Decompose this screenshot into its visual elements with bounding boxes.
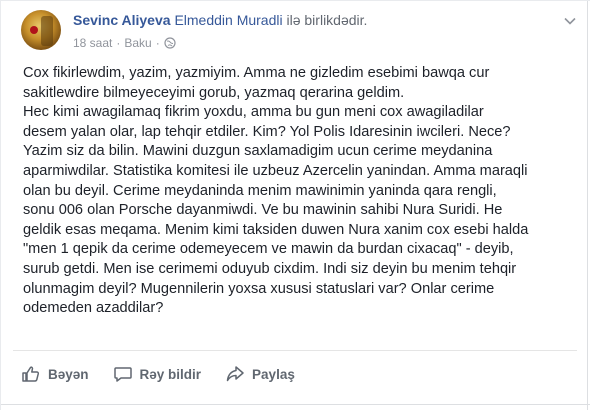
comment-icon [113, 367, 132, 382]
like-button[interactable]: Bəyən [21, 364, 89, 384]
comment-label: Rəy bildir [139, 366, 202, 382]
avatar[interactable] [21, 10, 61, 50]
bottom-border [1, 404, 590, 405]
post-location[interactable]: Baku [124, 36, 151, 50]
post-time[interactable]: 18 saat [73, 36, 112, 50]
globe-icon[interactable] [164, 37, 176, 49]
post-card: Sevinc Aliyeva Elmeddin Muradli ilə birl… [0, 0, 590, 410]
share-label: Paylaş [252, 366, 295, 382]
author-name[interactable]: Sevinc Aliyeva [73, 12, 171, 28]
meta-separator: · [116, 36, 121, 50]
post-meta: 18 saat · Baku · [73, 36, 176, 50]
like-label: Bəyən [48, 366, 89, 382]
post-header: Sevinc Aliyeva Elmeddin Muradli ilə birl… [73, 12, 367, 28]
thumbs-up-icon [22, 366, 40, 382]
comment-button[interactable]: Rəy bildir [113, 364, 202, 384]
top-border [1, 0, 590, 1]
post-actions: Bəyən Rəy bildir Paylaş [21, 364, 295, 384]
share-icon [226, 366, 244, 382]
with-text: ilə birlikdədir. [286, 12, 368, 28]
meta-separator-2: · [155, 36, 160, 50]
actions-divider [13, 350, 577, 351]
share-button[interactable]: Paylaş [225, 364, 295, 384]
tagged-user-name[interactable]: Elmeddin Muradli [174, 12, 282, 28]
post-text: Cox fikirlewdim, yazim, yazmiyim. Amma n… [23, 65, 529, 317]
chevron-down-icon[interactable] [563, 14, 577, 28]
